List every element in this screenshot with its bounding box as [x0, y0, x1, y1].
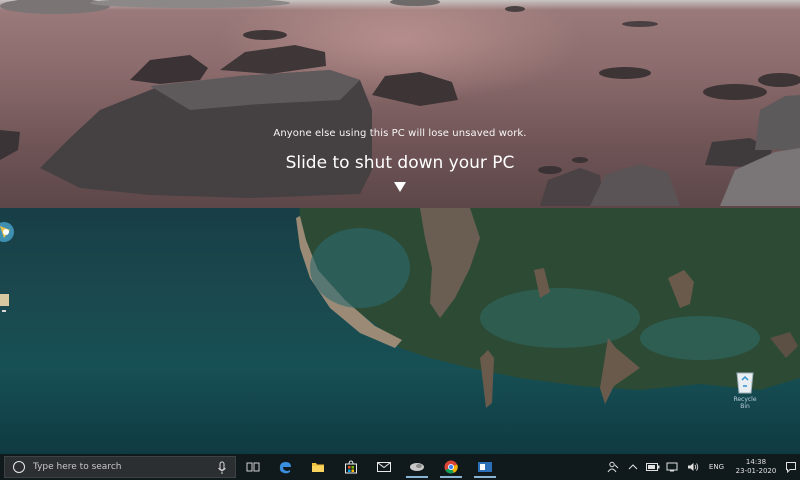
input-language-indicator[interactable]: ENG	[709, 463, 724, 471]
chevron-up-icon[interactable]	[626, 461, 640, 473]
recycle-bin-icon	[736, 372, 754, 394]
taskbar-search-box[interactable]	[4, 456, 236, 478]
desktop-shortcut-2-icon[interactable]	[0, 292, 12, 324]
taskbar-chrome-button[interactable]	[436, 456, 466, 478]
volume-icon[interactable]	[686, 461, 700, 473]
folder-icon	[312, 463, 324, 472]
blue-app-icon	[478, 462, 492, 472]
slide-text-group: Anyone else using this PC will lose unsa…	[0, 126, 800, 176]
recycle-bin-label: Recycle Bin	[733, 396, 757, 410]
notification-icon	[786, 462, 796, 473]
clock-time: 14:38	[745, 458, 767, 466]
desktop-area[interactable]: Recycle Bin	[0, 208, 800, 454]
search-input[interactable]	[33, 462, 213, 472]
action-center-button[interactable]	[782, 454, 800, 480]
taskbar-app-button[interactable]	[402, 456, 432, 478]
microphone-icon[interactable]	[217, 461, 227, 475]
people-icon[interactable]	[606, 461, 620, 473]
app-icon	[410, 463, 424, 471]
taskbar-store-button[interactable]	[336, 456, 366, 478]
desktop-shortcut-1-icon[interactable]	[0, 220, 16, 252]
mail-envelope-icon	[377, 462, 391, 472]
desktop-wallpaper	[296, 208, 800, 408]
task-view-icon	[246, 462, 260, 472]
taskbar-file-explorer-button[interactable]	[303, 456, 333, 478]
taskbar-edge-button[interactable]	[270, 456, 300, 478]
network-icon[interactable]	[666, 461, 680, 473]
clock-date: 23-01-2020	[735, 467, 777, 475]
battery-icon[interactable]	[645, 461, 660, 473]
edge-icon	[279, 462, 291, 474]
recycle-bin-shortcut[interactable]: Recycle Bin	[728, 368, 762, 410]
store-bag-icon	[345, 460, 357, 474]
taskbar-blue-app-button[interactable]	[470, 456, 500, 478]
task-view-button[interactable]	[238, 456, 268, 478]
chrome-icon	[444, 460, 458, 474]
taskbar-clock[interactable]: 14:38 23-01-2020	[730, 458, 782, 476]
slide-to-shutdown-panel[interactable]: Anyone else using this PC will lose unsa…	[0, 0, 800, 208]
unsaved-work-warning: Anyone else using this PC will lose unsa…	[273, 128, 527, 139]
slide-down-arrow-icon[interactable]	[393, 181, 407, 193]
rocks-background	[0, 0, 800, 206]
system-tray: ENG 14:38 23-01-2020	[603, 454, 800, 480]
cortana-circle-icon[interactable]	[13, 461, 25, 473]
taskbar: ENG 14:38 23-01-2020	[0, 454, 800, 480]
slide-to-shutdown-title: Slide to shut down your PC	[285, 153, 515, 173]
taskbar-mail-button[interactable]	[369, 456, 399, 478]
